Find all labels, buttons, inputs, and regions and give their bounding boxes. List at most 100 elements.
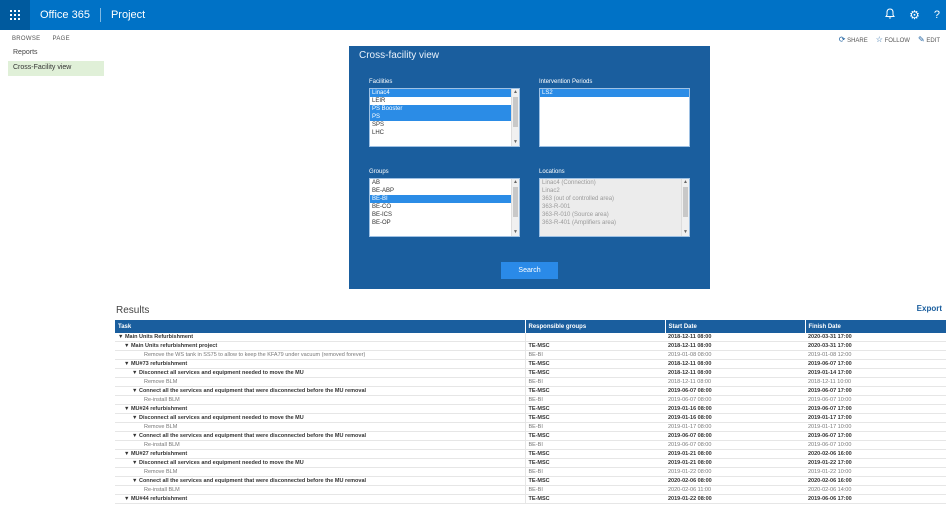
share-label: SHARE: [847, 37, 868, 44]
task-cell: ▼ Disconnect all services and equipment …: [115, 413, 526, 423]
table-row[interactable]: Remove BLM BE-BI 2019-01-22 08:00 2019-01-2…: [115, 467, 946, 477]
table-row[interactable]: Remove BLM BE-BI 2019-01-17 08:00 2019-01-1…: [115, 422, 946, 432]
table-row[interactable]: ▼ Connect all the services and equipment…: [115, 476, 946, 486]
scrollbar-thumb[interactable]: [683, 187, 688, 217]
task-cell: ▼ MU#73 refurbishment: [115, 359, 526, 369]
app-name[interactable]: Project: [101, 9, 155, 21]
help-icon[interactable]: ?: [934, 9, 940, 21]
list-option[interactable]: LS2: [540, 89, 689, 97]
scroll-up-icon[interactable]: ▲: [682, 179, 689, 186]
finish-date-cell: 2019-06-07 17:00: [805, 359, 946, 369]
suite-actions: ⚙ ?: [885, 0, 940, 30]
list-option[interactable]: LHC: [370, 129, 519, 137]
scroll-up-icon[interactable]: ▲: [512, 179, 519, 186]
table-row[interactable]: Re-install BLM BE-BI 2019-06-07 08:00 2019-…: [115, 440, 946, 450]
start-date-cell: 2019-01-22 08:00: [665, 467, 805, 477]
column-header-task[interactable]: Task: [115, 320, 526, 333]
start-date-cell: 2019-01-16 08:00: [665, 413, 805, 423]
list-option[interactable]: AB: [370, 179, 519, 187]
scrollbar-thumb[interactable]: [513, 187, 518, 217]
table-row[interactable]: ▼ Main Units refurbishment project TE-MSC…: [115, 341, 946, 351]
responsible-group-cell: TE-MSC: [525, 404, 665, 414]
list-option[interactable]: Linac4: [370, 89, 519, 97]
list-option[interactable]: 363 (out of controlled area): [540, 195, 689, 203]
intervention-periods-listbox[interactable]: LS2: [539, 88, 690, 147]
intervention-periods-label: Intervention Periods: [539, 79, 593, 85]
scroll-down-icon[interactable]: ▼: [512, 139, 519, 146]
list-option[interactable]: BE-BI: [370, 195, 519, 203]
table-row[interactable]: ▼ Disconnect all services and equipment …: [115, 413, 946, 423]
gear-icon[interactable]: ⚙: [909, 8, 920, 22]
search-button[interactable]: Search: [501, 262, 558, 279]
list-option[interactable]: Linac2: [540, 187, 689, 195]
list-option[interactable]: 363-R-001: [540, 203, 689, 211]
table-row[interactable]: ▼ MU#27 refurbishment TE-MSC 2019-01-21 08…: [115, 449, 946, 459]
share-button[interactable]: ⟳ SHARE: [839, 35, 868, 44]
locations-listbox[interactable]: Linac4 (Connection) Linac2 363 (out of con…: [539, 178, 690, 237]
facilities-listbox[interactable]: Linac4 LEIR PS Booster PS SPS LHC ▲ ▼: [369, 88, 520, 147]
nav-item-cross-facility-view[interactable]: Cross-Facility view: [8, 61, 104, 76]
export-link[interactable]: Export: [917, 304, 942, 313]
scroll-down-icon[interactable]: ▼: [512, 229, 519, 236]
task-cell: Re-install BLM: [115, 485, 526, 495]
task-cell: Re-install BLM: [115, 395, 526, 405]
list-option[interactable]: BE-CO: [370, 203, 519, 211]
bell-icon[interactable]: [885, 8, 896, 22]
list-option[interactable]: LEIR: [370, 97, 519, 105]
list-option[interactable]: 363-R-401 (Amplifiers area): [540, 219, 689, 227]
table-row[interactable]: Remove the WS tank in SS75 to allow to k…: [115, 350, 946, 360]
list-option[interactable]: BE-ICS: [370, 211, 519, 219]
scroll-up-icon[interactable]: ▲: [512, 89, 519, 96]
follow-button[interactable]: ☆ FOLLOW: [876, 35, 910, 44]
task-cell: ▼ Main Units Refurbishment: [115, 333, 526, 342]
list-option[interactable]: 363-R-010 (Source area): [540, 211, 689, 219]
table-header-row: Task Responsible groups Start Date Finis…: [115, 320, 946, 333]
start-date-cell: 2019-01-21 08:00: [665, 458, 805, 468]
table-row[interactable]: Re-install BLM BE-BI 2020-02-06 11:00 2020-…: [115, 485, 946, 495]
start-date-cell: 2020-02-06 11:00: [665, 485, 805, 495]
table-row[interactable]: ▼ Connect all the services and equipment…: [115, 386, 946, 396]
finish-date-cell: 2019-01-22 10:00: [805, 467, 946, 477]
table-row[interactable]: ▼ Main Units Refurbishment 2018-12-11 08:…: [115, 333, 946, 342]
list-option[interactable]: PS: [370, 113, 519, 121]
table-row[interactable]: ▼ MU#44 refurbishment TE-MSC 2019-01-22 08…: [115, 494, 946, 504]
groups-listbox[interactable]: AB BE-ABP BE-BI BE-CO BE-ICS BE-OP ▲ ▼: [369, 178, 520, 237]
tab-page[interactable]: PAGE: [52, 36, 69, 42]
panel-title: Cross-facility view: [359, 50, 440, 61]
column-header-finish-date[interactable]: Finish Date: [805, 320, 946, 333]
responsible-group-cell: TE-MSC: [525, 386, 665, 396]
scrollbar-thumb[interactable]: [513, 97, 518, 127]
start-date-cell: 2019-06-07 08:00: [665, 386, 805, 396]
list-option[interactable]: BE-OP: [370, 219, 519, 227]
table-row[interactable]: ▼ Connect all the services and equipment…: [115, 431, 946, 441]
list-option[interactable]: PS Booster: [370, 105, 519, 113]
list-option[interactable]: SPS: [370, 121, 519, 129]
column-header-start-date[interactable]: Start Date: [665, 320, 806, 333]
tab-browse[interactable]: BROWSE: [12, 36, 40, 42]
follow-label: FOLLOW: [884, 37, 910, 44]
finish-date-cell: 2019-01-17 17:00: [805, 413, 946, 423]
table-row[interactable]: ▼ Disconnect all services and equipment …: [115, 458, 946, 468]
edit-button[interactable]: ✎ EDIT: [918, 35, 940, 44]
table-row[interactable]: ▼ MU#24 refurbishment TE-MSC 2019-01-16 08…: [115, 404, 946, 414]
scroll-down-icon[interactable]: ▼: [682, 229, 689, 236]
table-row[interactable]: ▼ MU#73 refurbishment TE-MSC 2018-12-11 08…: [115, 359, 946, 369]
table-row[interactable]: Remove BLM BE-BI 2018-12-11 08:00 2018-12-1…: [115, 377, 946, 387]
list-option[interactable]: Linac4 (Connection): [540, 179, 689, 187]
finish-date-cell: 2020-02-06 16:00: [805, 449, 946, 459]
nav-item-reports[interactable]: Reports: [8, 46, 104, 61]
start-date-cell: 2019-01-17 08:00: [665, 422, 805, 432]
start-date-cell: 2018-12-11 08:00: [665, 368, 805, 378]
table-row[interactable]: ▼ Disconnect all services and equipment …: [115, 368, 946, 378]
table-row[interactable]: Re-install BLM BE-BI 2019-06-07 08:00 2019-…: [115, 395, 946, 405]
groups-scrollbar[interactable]: ▲ ▼: [511, 179, 519, 236]
facilities-scrollbar[interactable]: ▲ ▼: [511, 89, 519, 146]
responsible-group-cell: BE-BI: [525, 467, 665, 477]
app-launcher-icon[interactable]: [0, 0, 30, 30]
locations-scrollbar[interactable]: ▲ ▼: [681, 179, 689, 236]
list-option[interactable]: BE-ABP: [370, 187, 519, 195]
brand-link[interactable]: Office 365: [30, 8, 101, 22]
task-cell: Remove BLM: [115, 377, 526, 387]
groups-label: Groups: [369, 169, 389, 175]
column-header-responsible-groups[interactable]: Responsible groups: [525, 320, 666, 333]
